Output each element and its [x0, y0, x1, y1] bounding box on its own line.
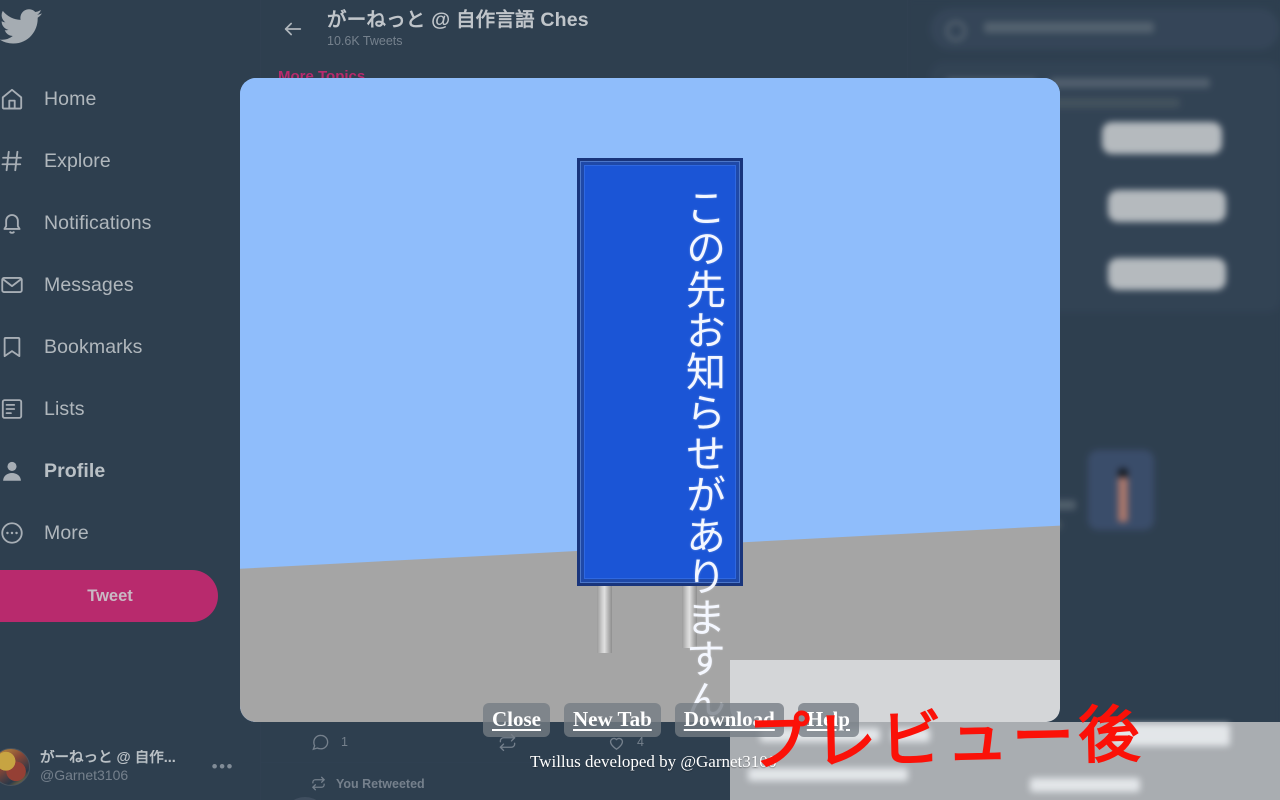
close-button[interactable]: Close [483, 703, 550, 738]
app-root: がーねっと @ 自作言語 Ches 10.6K Tweets More Topi… [0, 0, 1280, 800]
viewer-credit: Twillus developed by @Garnet3106 [530, 752, 777, 771]
sign-text-line2: ありますん [679, 515, 725, 720]
sign-text: この先お知らせがありますん [679, 187, 725, 720]
road-sign-face: この先お知らせがありますん [584, 165, 736, 720]
annotation-text: プレビュー後 [747, 697, 1145, 780]
image-viewer: この先お知らせがありますん [240, 78, 1060, 722]
new-tab-button[interactable]: New Tab [564, 703, 661, 738]
sign-text-line1: この先お知らせが [679, 187, 725, 515]
road-sign-board: この先お知らせがありますん [577, 158, 743, 720]
